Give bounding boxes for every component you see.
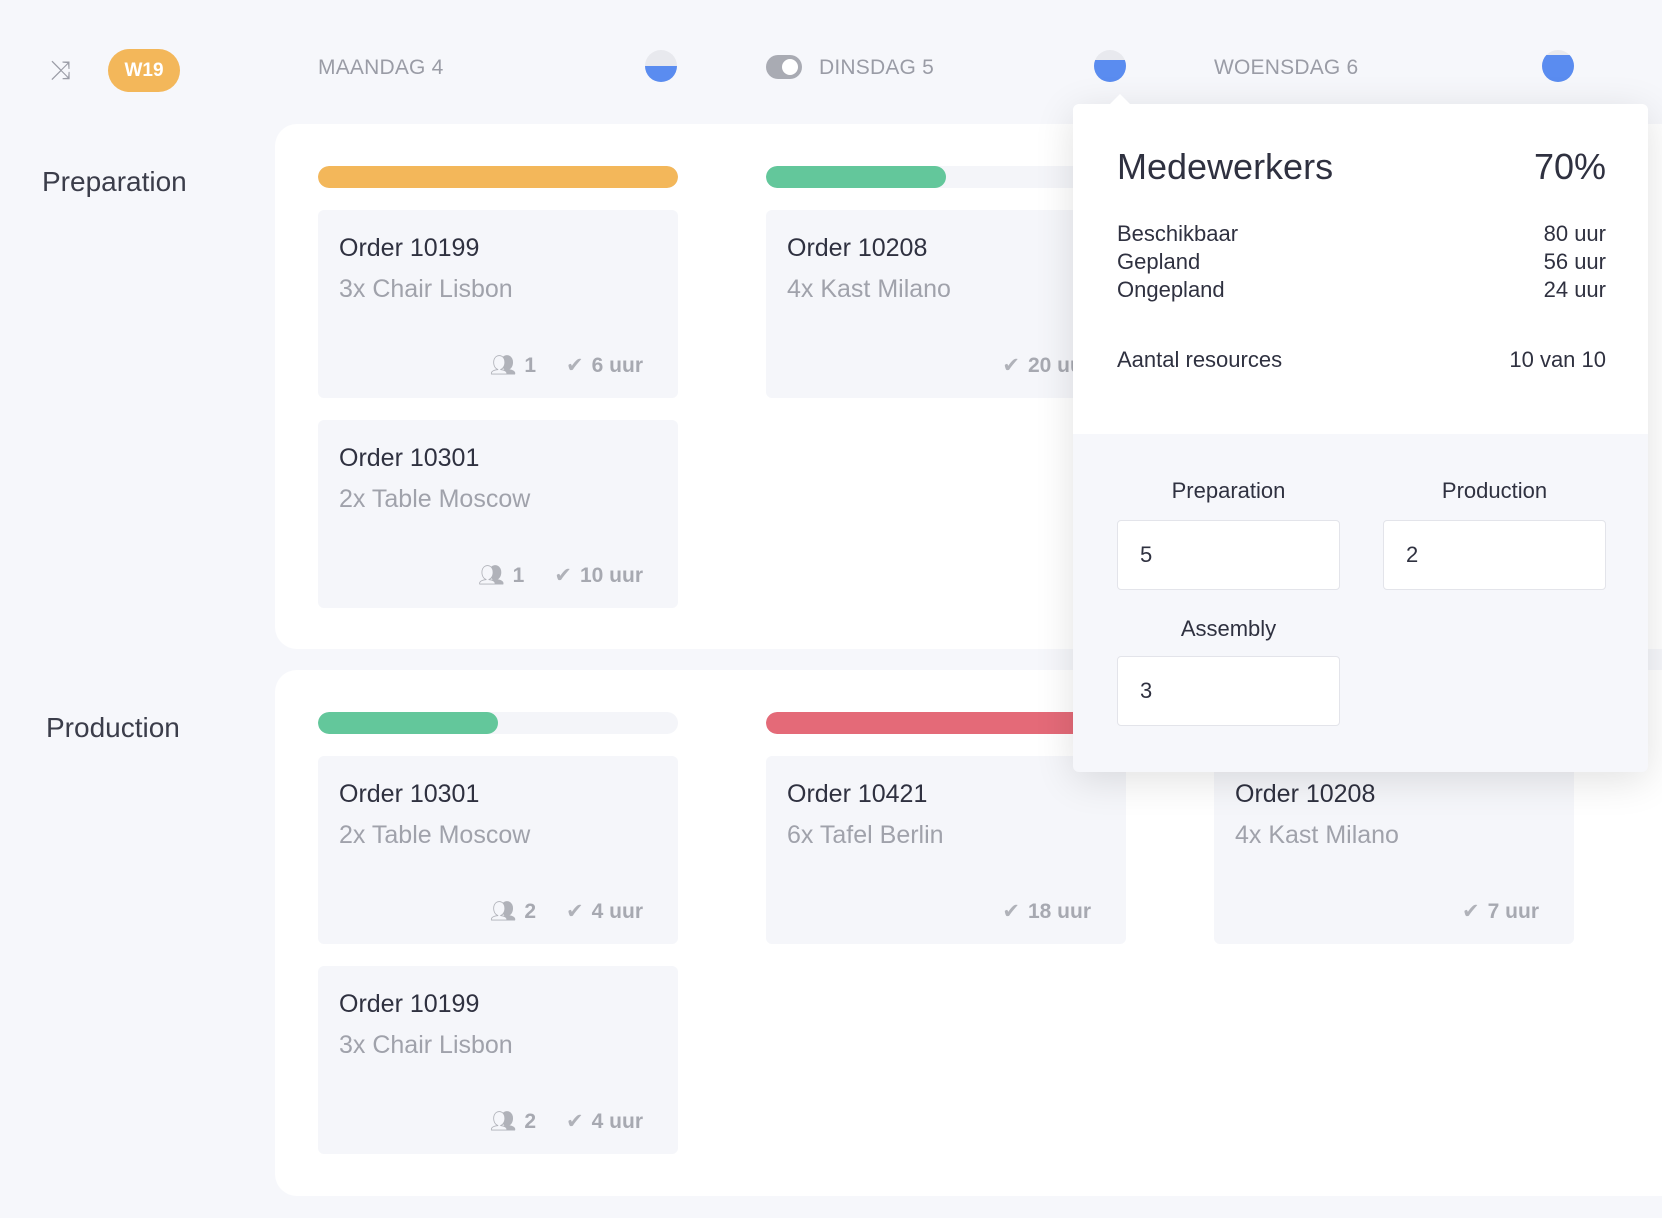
capacity-bar-fill (766, 166, 946, 188)
resources-label: Aantal resources (1117, 347, 1283, 372)
hours: 18 uur (1027, 899, 1091, 923)
order-title: Order 10208 (787, 234, 928, 262)
stat-row: Ongepland 24 uur (1117, 276, 1606, 304)
row-label-production: Production (46, 712, 180, 743)
capacity-bar (318, 166, 678, 188)
shuffle-icon[interactable]: ⤨ (50, 56, 80, 84)
day-load-indicator[interactable] (1542, 50, 1574, 82)
order-product: 6x Tafel Berlin (787, 821, 944, 849)
order-title: Order 10199 (339, 234, 480, 262)
order-card[interactable]: Order 10208 4x Kast Milano ✔ 20 uur (766, 210, 1126, 398)
order-card[interactable]: Order 10208 4x Kast Milano ✔ 7 uur (1214, 756, 1574, 944)
capacity-bar-fill (318, 712, 498, 734)
preparation-input[interactable] (1117, 520, 1340, 590)
production-input[interactable] (1383, 520, 1606, 590)
people-count: 1 (524, 353, 537, 377)
people-gear-icon: 👥︎ (478, 563, 505, 587)
stat-row: Gepland 56 uur (1117, 248, 1606, 276)
day-header-maandag: MAANDAG 4 (318, 56, 444, 79)
capacity-bar (766, 712, 1126, 734)
popover-title: Medewerkers (1117, 146, 1334, 187)
check-icon: ✔ (566, 900, 584, 923)
hours: 4 uur (591, 899, 643, 923)
order-product: 2x Table Moscow (339, 485, 531, 513)
hours: 7 uur (1487, 899, 1539, 923)
day-load-indicator[interactable] (645, 50, 677, 82)
stat-value: 24 uur (1543, 277, 1606, 302)
order-card[interactable]: Order 10421 6x Tafel Berlin ✔ 18 uur (766, 756, 1126, 944)
assembly-input[interactable] (1117, 656, 1340, 726)
field-label-production: Production (1441, 478, 1548, 503)
capacity-bar-fill (318, 166, 678, 188)
check-icon: ✔ (1002, 900, 1020, 923)
resources-value: 10 van 10 (1509, 347, 1606, 372)
order-card[interactable]: Order 10301 2x Table Moscow 👥︎ 1 ✔ 10 uur (318, 420, 678, 608)
order-title: Order 10199 (339, 990, 480, 1018)
order-product: 2x Table Moscow (339, 821, 531, 849)
hours: 6 uur (591, 353, 643, 377)
people-gear-icon: 👥︎ (489, 899, 517, 923)
order-card[interactable]: Order 10199 3x Chair Lisbon 👥︎ 1 ✔ 6 uur (318, 210, 678, 398)
day-toggle[interactable] (766, 55, 802, 79)
check-icon: ✔ (566, 1110, 584, 1133)
hours: 10 uur (579, 563, 643, 587)
people-gear-icon: 👥︎ (489, 353, 517, 377)
day-header-woensdag: WOENSDAG 6 (1214, 56, 1359, 79)
people-count: 2 (524, 1109, 537, 1133)
order-card[interactable]: Order 10301 2x Table Moscow 👥︎ 2 ✔ 4 uur (318, 756, 678, 944)
load-fill (1094, 59, 1126, 82)
stat-value: 56 uur (1543, 249, 1606, 274)
order-product: 4x Kast Milano (787, 275, 951, 303)
order-product: 3x Chair Lisbon (339, 275, 513, 303)
check-icon: ✔ (566, 354, 584, 377)
stat-value: 80 uur (1543, 221, 1606, 246)
field-label-assembly: Assembly (1180, 616, 1277, 641)
capacity-bar (318, 712, 678, 734)
capacity-bar (766, 166, 1126, 188)
medewerkers-popover: Medewerkers 70% Beschikbaar 80 uur Gepland… (1073, 94, 1648, 772)
order-product: 4x Kast Milano (1235, 821, 1399, 849)
stat-row: Beschikbaar 80 uur (1117, 220, 1606, 248)
order-title: Order 10421 (787, 780, 928, 808)
order-title: Order 10208 (1235, 780, 1376, 808)
hours: 4 uur (591, 1109, 643, 1133)
order-title: Order 10301 (339, 780, 480, 808)
people-gear-icon: 👥︎ (489, 1109, 517, 1133)
order-title: Order 10301 (339, 444, 480, 472)
load-fill (645, 66, 677, 82)
people-count: 1 (512, 563, 525, 587)
load-fill (1542, 54, 1574, 82)
day-header-dinsdag: DINSDAG 5 (819, 56, 934, 79)
stat-label: Ongepland (1117, 277, 1225, 302)
capacity-bar-fill (766, 712, 1126, 734)
check-icon: ✔ (554, 564, 572, 587)
popover-percent: 70% (1533, 146, 1606, 187)
day-load-indicator[interactable] (1094, 50, 1126, 82)
people-count: 2 (524, 899, 537, 923)
check-icon: ✔ (1462, 900, 1480, 923)
field-label-preparation: Preparation (1171, 478, 1286, 503)
week-badge[interactable]: W19 (108, 49, 180, 92)
resources-row: Aantal resources 10 van 10 (1117, 346, 1606, 374)
order-product: 3x Chair Lisbon (339, 1031, 513, 1059)
stat-label: Gepland (1117, 249, 1201, 274)
order-card[interactable]: Order 10199 3x Chair Lisbon 👥︎ 2 ✔ 4 uur (318, 966, 678, 1154)
check-icon: ✔ (1002, 354, 1020, 377)
row-label-preparation: Preparation (42, 166, 187, 197)
stat-label: Beschikbaar (1117, 221, 1239, 246)
